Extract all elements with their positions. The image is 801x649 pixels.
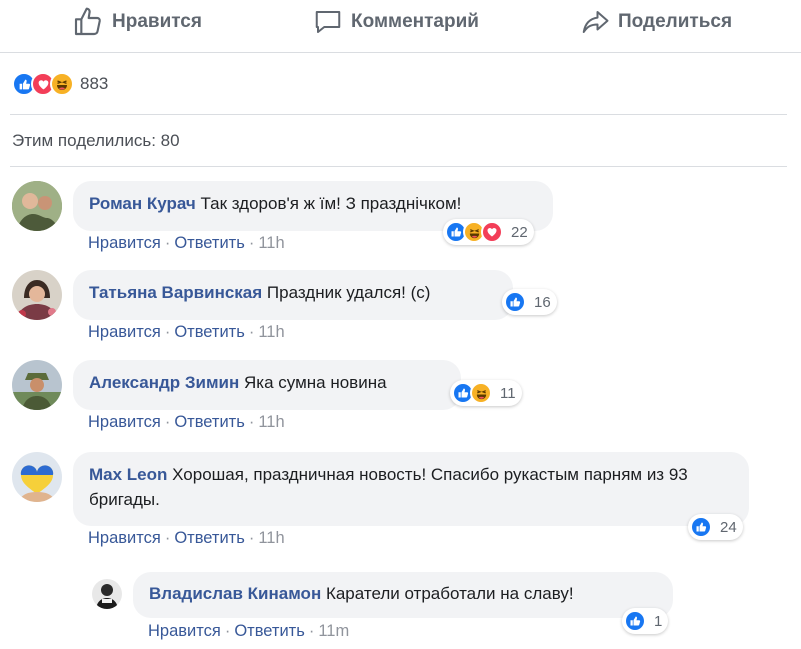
comment-author[interactable]: Роман Курач [89, 194, 196, 213]
comment-reply-link[interactable]: Ответить [174, 323, 245, 341]
comment-reply-link[interactable]: Ответить [174, 413, 245, 431]
comment-like-link[interactable]: Нравится [88, 413, 161, 431]
reactions-count: 883 [80, 74, 109, 93]
comment-reactions[interactable]: 1 [622, 608, 669, 634]
comment-bubble: Max Leon Хорошая, праздничная новость! С… [73, 452, 749, 526]
comment-reactions[interactable]: 24 [688, 514, 743, 540]
reactions-summary[interactable]: 883 [12, 70, 108, 98]
avatar[interactable] [92, 579, 122, 609]
comment-reply-link[interactable]: Ответить [174, 529, 245, 547]
thumbs-up-icon [74, 7, 101, 36]
divider [10, 166, 787, 167]
comment-reply-link[interactable]: Ответить [174, 234, 245, 252]
comment-bubble: Владислав Кинамон Каратели отработали на… [133, 572, 673, 618]
comment-timestamp[interactable]: 11h [258, 323, 284, 341]
comment-timestamp[interactable]: 11h [258, 234, 284, 252]
reaction-count: 16 [534, 293, 551, 311]
avatar[interactable] [12, 360, 62, 410]
share-icon [582, 11, 609, 33]
reaction-count: 11 [500, 384, 516, 402]
like-button[interactable]: Нравится [72, 0, 202, 44]
avatar[interactable] [12, 452, 62, 502]
haha-reaction-icon [470, 382, 492, 404]
comment-like-link[interactable]: Нравится [88, 234, 161, 252]
avatar[interactable] [12, 181, 62, 231]
reaction-count: 22 [511, 223, 528, 241]
comment-reply-link[interactable]: Ответить [234, 622, 305, 640]
like-reaction-icon [624, 610, 646, 632]
comment-button[interactable]: Комментарий [313, 0, 479, 44]
comment-text: Каратели отработали на славу! [325, 584, 574, 603]
comment-actions: Нравится · Ответить · 11m [148, 622, 350, 640]
haha-reaction-icon [50, 72, 74, 96]
comment-reactions[interactable]: 22 [443, 219, 534, 245]
like-button-label: Нравится [112, 11, 202, 32]
comment-author[interactable]: Владислав Кинамон [149, 584, 321, 603]
comment-like-link[interactable]: Нравится [88, 323, 161, 341]
comment-like-link[interactable]: Нравится [88, 529, 161, 547]
comment-reactions[interactable]: 16 [502, 289, 557, 315]
comment-text: Так здоров'я ж їм! З празднічком! [200, 194, 462, 213]
reaction-count: 1 [654, 612, 663, 630]
reaction-count: 24 [720, 518, 737, 536]
shares-count[interactable]: Этим поделились: 80 [12, 131, 180, 151]
comment-text: Хорошая, праздничная новость! Спасибо ру… [89, 465, 688, 509]
avatar[interactable] [12, 270, 62, 320]
comment-author[interactable]: Max Leon [89, 465, 167, 484]
comment-bubble: Татьяна Варвинская Праздник удался! (с) [73, 270, 513, 320]
comment-icon [315, 11, 341, 33]
share-button-label: Поделиться [618, 11, 733, 32]
comment-actions: Нравится · Ответить · 11h [88, 413, 285, 431]
comment-author[interactable]: Александр Зимин [89, 373, 239, 392]
divider [10, 114, 787, 115]
comment-like-link[interactable]: Нравится [148, 622, 221, 640]
action-bar: Нравится Комментарий Поделиться [0, 0, 801, 53]
comment-author[interactable]: Татьяна Варвинская [89, 283, 262, 302]
comment-actions: Нравится · Ответить · 11h [88, 234, 285, 252]
comment-timestamp[interactable]: 11h [258, 413, 284, 431]
comment-bubble: Александр Зимин Яка сумна новина [73, 360, 461, 410]
love-reaction-icon [481, 221, 503, 243]
comment-text: Яка сумна новина [244, 373, 387, 392]
comment-reactions[interactable]: 11 [450, 380, 522, 406]
share-button[interactable]: Поделиться [580, 0, 732, 44]
comment-actions: Нравится · Ответить · 11h [88, 529, 285, 547]
like-reaction-icon [504, 291, 526, 313]
comment-timestamp[interactable]: 11m [318, 622, 349, 640]
like-reaction-icon [690, 516, 712, 538]
comment-actions: Нравится · Ответить · 11h [88, 323, 285, 341]
comment-button-label: Комментарий [351, 11, 479, 32]
comment-text: Праздник удался! (с) [266, 283, 431, 302]
comment-timestamp[interactable]: 11h [258, 529, 284, 547]
